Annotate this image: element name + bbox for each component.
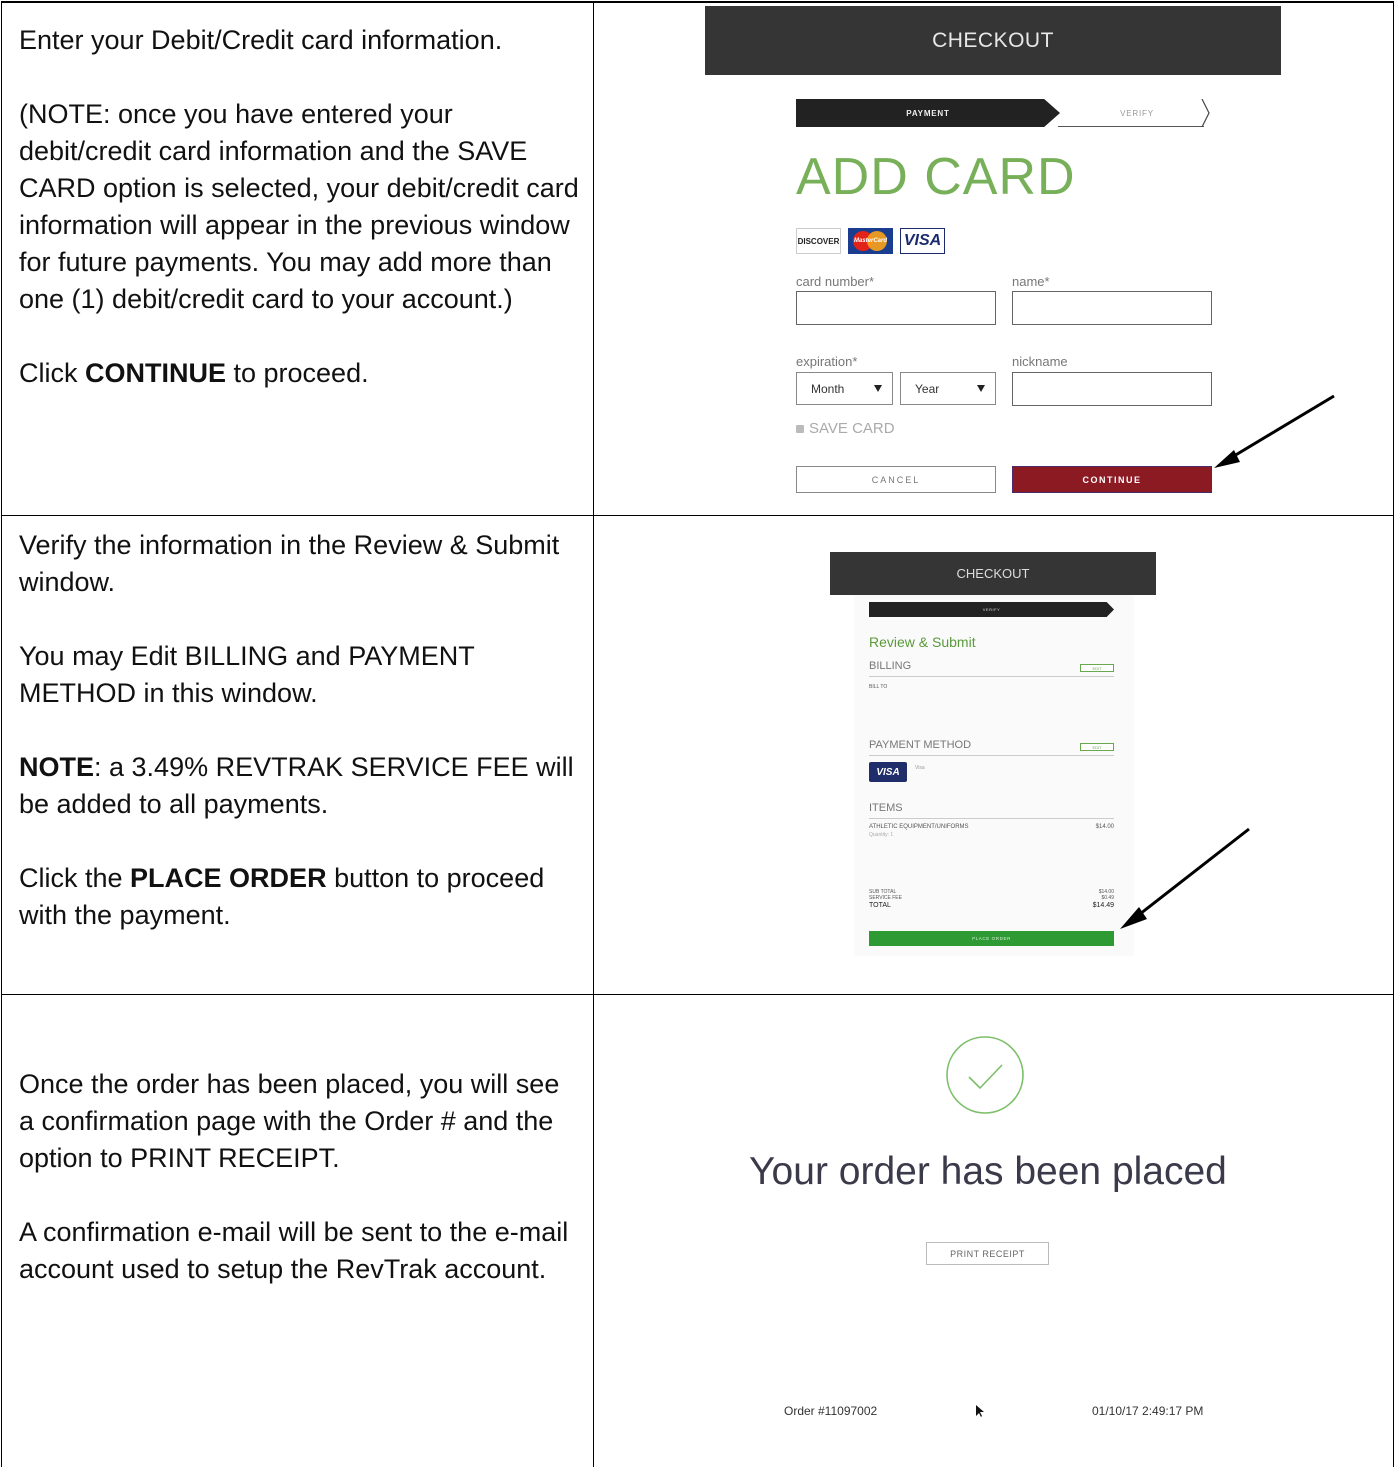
row-1-paragraph-3: Click CONTINUE to proceed. (19, 355, 579, 392)
card-logos: DISCOVER MasterCard VISA (796, 228, 945, 254)
table-column-divider (593, 1, 594, 1467)
card-number-input[interactable] (796, 291, 996, 325)
review-submit-screenshot: CHECKOUT VERIFY Review & Submit BILLING … (830, 552, 1156, 956)
step-verify-underline (1058, 126, 1204, 127)
discover-logo: DISCOVER (796, 228, 841, 254)
discover-logo-text: DISCOVER (797, 236, 840, 246)
arrow-pointer-icon (1214, 394, 1335, 468)
arrow-pointer-icon (1120, 827, 1250, 929)
text-span: Click the (19, 863, 131, 893)
check-circle-icon (946, 1036, 1024, 1114)
review-panel: VERIFY Review & Submit BILLING EDIT BILL… (854, 595, 1134, 956)
service-fee-label: SERVICE FEE (869, 895, 902, 901)
card-number-label: card number* (796, 274, 875, 289)
order-number: Order #11097002 (784, 1404, 878, 1418)
mouse-cursor-icon (976, 1405, 984, 1417)
divider (869, 676, 1114, 677)
bold-place-order: PLACE ORDER (130, 863, 327, 893)
divider (869, 755, 1114, 756)
row-2-instructions: Verify the information in the Review & S… (19, 527, 579, 934)
row-2-paragraph-2: You may Edit BILLING and PAYMENT METHOD … (19, 641, 475, 708)
print-receipt-button[interactable]: PRINT RECEIPT (926, 1242, 1049, 1265)
items-heading: ITEMS (869, 802, 903, 814)
total-value: $14.49 (1092, 902, 1114, 909)
table-row-divider-1 (1, 515, 1394, 516)
checkout-steps: PAYMENT VERIFY (796, 99, 1216, 127)
table-border-right (1393, 1, 1394, 1467)
text-span: Click (19, 358, 85, 388)
mastercard-logo: MasterCard (848, 228, 893, 254)
add-card-title: ADD CARD (796, 148, 1076, 206)
step-verify: VERIFY (869, 602, 1114, 617)
edit-billing-button[interactable]: EDIT (1080, 664, 1114, 672)
cancel-button[interactable]: CANCEL (796, 466, 996, 493)
place-order-button[interactable]: PLACE ORDER (869, 931, 1114, 946)
total-label: TOTAL (869, 902, 891, 909)
month-select[interactable]: Month (796, 372, 893, 405)
text-span: to proceed. (226, 358, 369, 388)
item-price: $14.00 (1095, 824, 1114, 830)
row-1-instructions: Enter your Debit/Credit card information… (19, 22, 579, 392)
add-card-screenshot: CHECKOUT PAYMENT VERIFY ADD CARD DISCOVE… (705, 6, 1281, 515)
divider (869, 818, 1114, 819)
checkout-header: CHECKOUT (705, 6, 1281, 75)
service-fee-value: $0.49 (1101, 895, 1114, 901)
visa-logo-text: VISA (903, 232, 942, 249)
save-card-label: SAVE CARD (809, 420, 895, 437)
row-2-paragraph-1: Verify the information in the Review & S… (19, 530, 560, 597)
chevron-right-icon (1201, 99, 1210, 127)
save-card-checkbox[interactable]: SAVE CARD (796, 420, 895, 437)
row-3-paragraph-2: A confirmation e-mail will be sent to th… (19, 1217, 569, 1284)
continue-button[interactable]: CONTINUE (1012, 466, 1212, 493)
row-1-paragraph-1: Enter your Debit/Credit card information… (19, 25, 503, 55)
item-quantity: Quantity: 1 (869, 832, 894, 838)
bold-continue: CONTINUE (85, 358, 226, 388)
order-placed-title: Your order has been placed (749, 1150, 1227, 1193)
checkout-header: CHECKOUT (830, 552, 1156, 595)
bill-to-label: BILL TO (869, 684, 888, 690)
item-name: ATHLETIC EQUIPMENT/UNIFORMS (869, 824, 969, 830)
caret-down-icon (977, 385, 985, 392)
mastercard-logo-text: MasterCard (853, 238, 887, 244)
row-2-paragraph-4: Click the PLACE ORDER button to proceed … (19, 860, 579, 934)
row-3-paragraph-1: Once the order has been placed, you will… (19, 1069, 560, 1173)
expiration-label: expiration* (796, 354, 858, 369)
review-submit-title: Review & Submit (869, 634, 976, 650)
payment-method-heading: PAYMENT METHOD (869, 739, 972, 751)
name-input[interactable] (1012, 291, 1212, 325)
step-payment: PAYMENT (796, 99, 1060, 127)
row-2-paragraph-3: NOTE: a 3.49% REVTRAK SERVICE FEE will b… (19, 749, 579, 823)
caret-down-icon (874, 385, 882, 392)
name-label: name* (1012, 274, 1050, 289)
billing-heading: BILLING (869, 660, 912, 672)
nickname-input[interactable] (1012, 372, 1212, 406)
table-border-top (1, 1, 1394, 3)
visa-card-icon: VISA (869, 762, 907, 782)
edit-payment-button[interactable]: EDIT (1080, 743, 1114, 751)
table-border-left (1, 1, 2, 1467)
nickname-label: nickname (1012, 354, 1068, 369)
payment-visa-text: Visa (915, 765, 925, 771)
text-span: : a 3.49% REVTRAK SERVICE FEE will be ad… (19, 752, 574, 819)
month-select-value: Month (811, 381, 845, 396)
order-datetime: 01/10/17 2:49:17 PM (1092, 1404, 1204, 1418)
checkbox-checked-icon (796, 424, 804, 433)
row-1-paragraph-2: (NOTE: once you have entered your debit/… (19, 99, 579, 314)
table-row-divider-2 (1, 994, 1394, 995)
bold-note: NOTE (19, 752, 95, 782)
visa-logo: VISA (900, 228, 945, 254)
year-select[interactable]: Year (900, 372, 996, 405)
row-3-instructions: Once the order has been placed, you will… (19, 1066, 579, 1288)
year-select-value: Year (915, 381, 940, 396)
